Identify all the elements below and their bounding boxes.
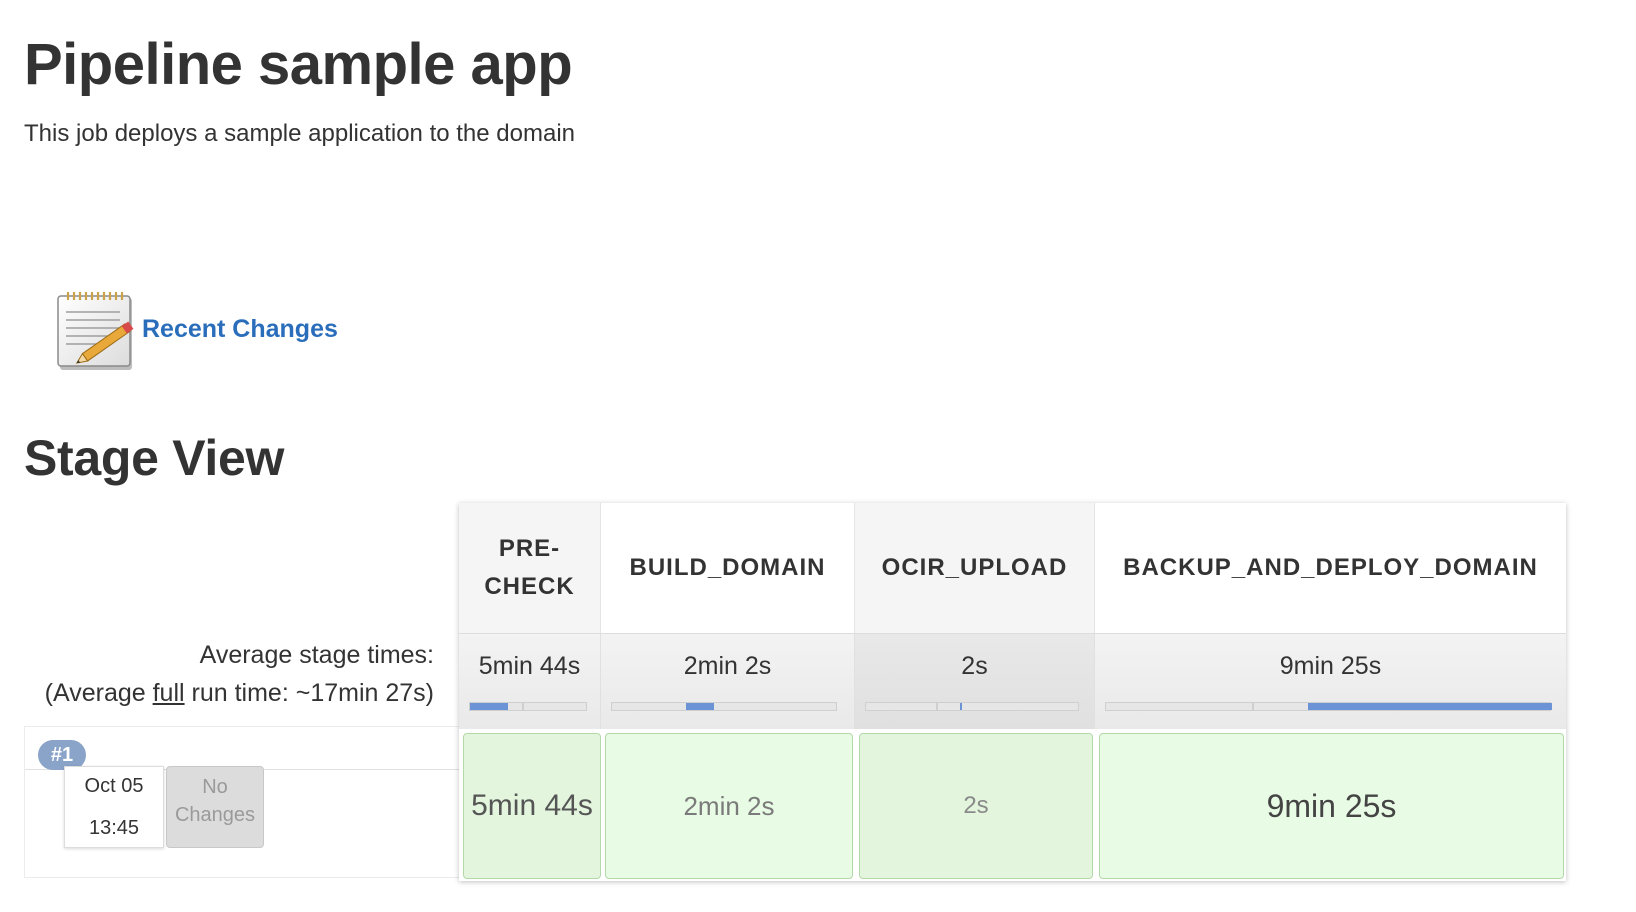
recent-changes-label[interactable]: Recent Changes: [142, 315, 338, 344]
stage-table: PRE- CHECK 5min 44s 5min 44s BUILD_DOMAIN…: [459, 503, 1566, 881]
run-timestamp[interactable]: Oct 05 13:45: [64, 766, 164, 848]
run-row-header: [25, 727, 459, 770]
page: Pipeline sample app This job deploys a s…: [0, 0, 1636, 912]
stage-avg-bar: [1105, 702, 1552, 711]
stage-avg-pre-check: 5min 44s: [459, 633, 601, 729]
no-changes-line2: Changes: [174, 804, 256, 826]
stage-avg-build-domain: 2min 2s: [601, 633, 855, 729]
stage-column-ocir-upload: OCIR_UPLOAD 2s 2s: [855, 503, 1095, 881]
stage-avg-time: 9min 25s: [1279, 652, 1382, 680]
stage-avg-bar: [865, 702, 1079, 711]
stage-header-pre-check: PRE- CHECK: [459, 503, 601, 633]
stage-header-backup-and-deploy-domain: BACKUP_AND_DEPLOY_DOMAIN: [1095, 503, 1566, 633]
run-time: 13:45: [88, 817, 140, 839]
no-changes-box[interactable]: No Changes: [166, 766, 264, 848]
stage-avg-bar: [611, 702, 837, 711]
stage-avg-time: 2min 2s: [683, 652, 772, 680]
stage-header-build-domain: BUILD_DOMAIN: [601, 503, 855, 633]
stage-cell-pre-check[interactable]: 5min 44s: [463, 733, 601, 879]
stage-cell-build-domain[interactable]: 2min 2s: [605, 733, 853, 879]
no-changes-line1: No: [202, 776, 228, 798]
stage-header-ocir-upload: OCIR_UPLOAD: [855, 503, 1095, 633]
stage-avg-bar: [469, 702, 587, 711]
stage-avg-ocir-upload: 2s: [855, 633, 1095, 729]
recent-changes-link[interactable]: Recent Changes: [56, 290, 338, 374]
average-times-label: Average stage times: (Average full run t…: [24, 636, 434, 712]
stage-avg-time: 5min 44s: [478, 652, 581, 680]
stage-column-pre-check: PRE- CHECK 5min 44s 5min 44s: [459, 503, 601, 881]
average-full-run-time: (Average full run time: ~17min 27s): [44, 679, 434, 707]
job-description: This job deploys a sample application to…: [24, 120, 575, 147]
stage-column-build-domain: BUILD_DOMAIN 2min 2s 2min 2s: [601, 503, 855, 881]
stage-cell-backup-and-deploy-domain[interactable]: 9min 25s: [1099, 733, 1564, 879]
stage-view-title: Stage View: [24, 430, 285, 486]
page-title: Pipeline sample app: [24, 32, 573, 97]
notepad-icon: [57, 292, 134, 370]
stage-cell-ocir-upload[interactable]: 2s: [859, 733, 1093, 879]
stage-avg-backup-and-deploy-domain: 9min 25s: [1095, 633, 1566, 729]
full-run-link[interactable]: full: [153, 679, 185, 707]
stage-column-backup-and-deploy-domain: BACKUP_AND_DEPLOY_DOMAIN 9min 25s 9min 2…: [1095, 503, 1566, 881]
run-date: Oct 05: [84, 775, 144, 797]
average-stage-times-text: Average stage times:: [199, 641, 434, 669]
stage-avg-time: 2s: [961, 652, 988, 680]
